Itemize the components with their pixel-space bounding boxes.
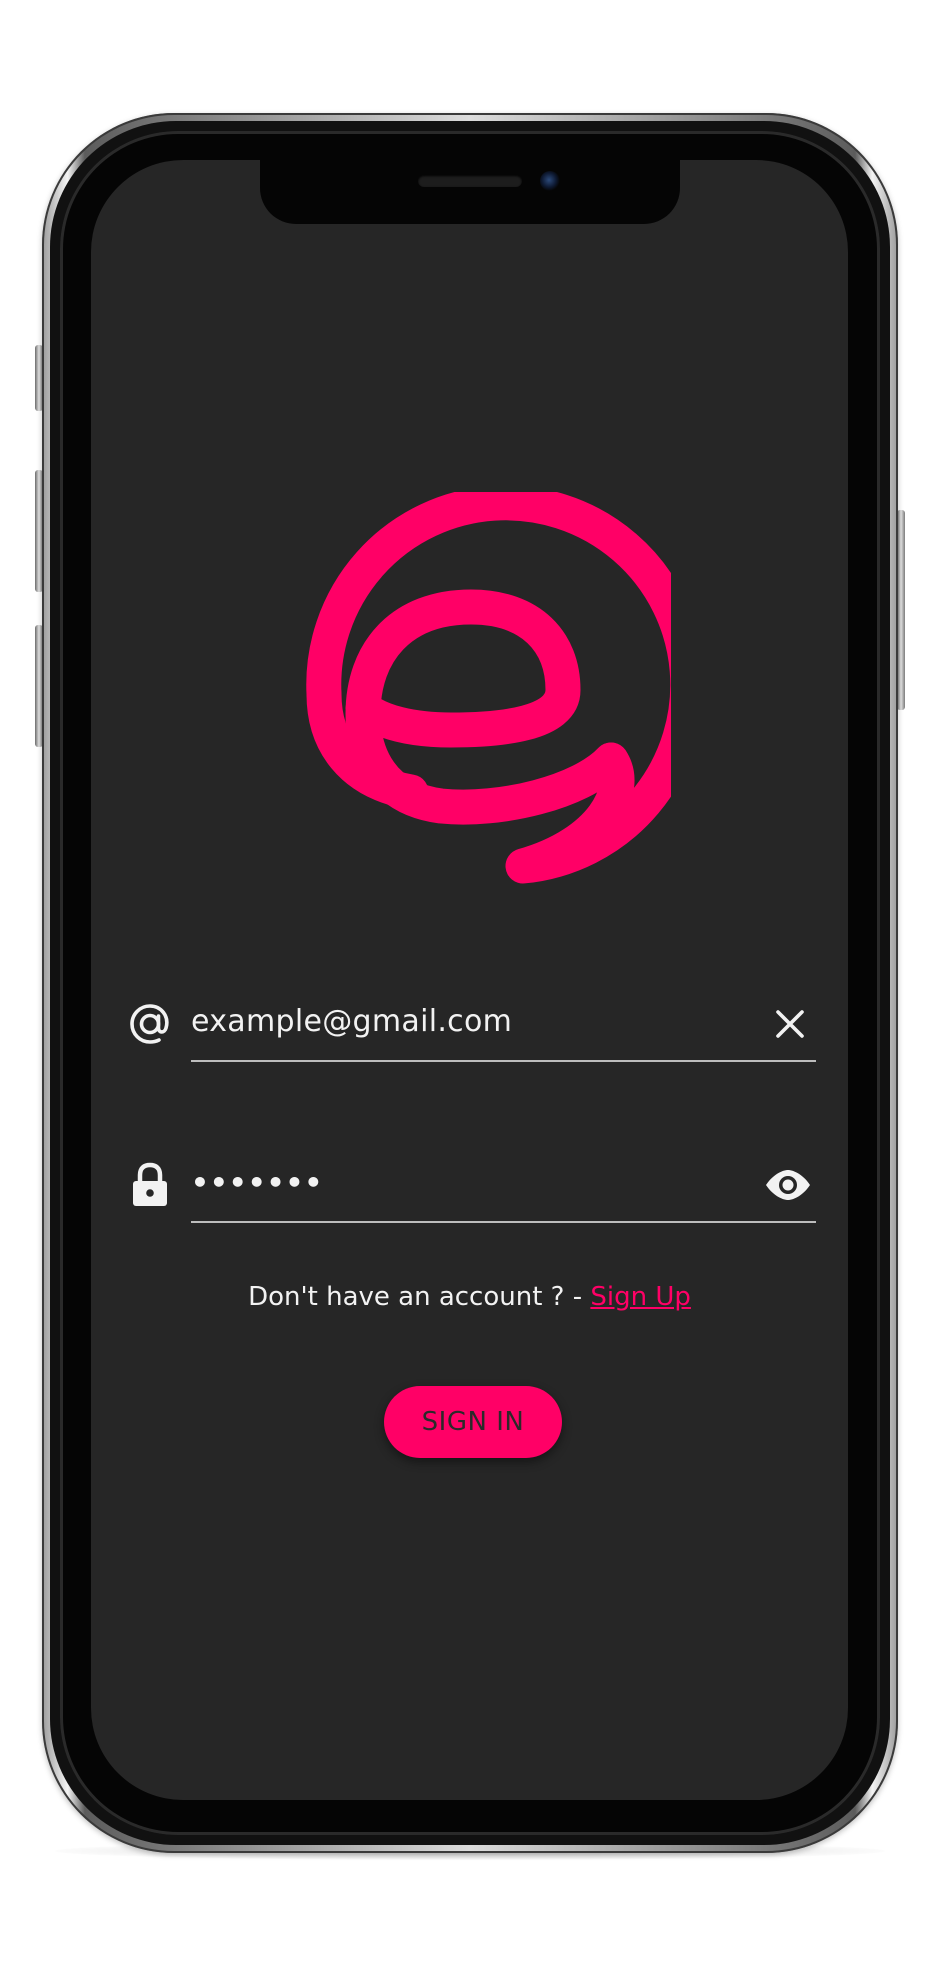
sign-in-button[interactable]: SIGN IN: [384, 1386, 562, 1458]
password-underline: [191, 1221, 816, 1223]
signup-prompt-text: Don't have an account ? -: [248, 1282, 591, 1312]
device-mockup: example@gmail.com ••••••• Don't have an …: [0, 0, 941, 1982]
notch: [260, 160, 680, 224]
signup-link[interactable]: Sign Up: [590, 1282, 691, 1312]
email-underline: [191, 1060, 816, 1062]
lock-icon: [126, 1161, 174, 1209]
app-screen: example@gmail.com ••••••• Don't have an …: [91, 160, 848, 1800]
signup-prompt-row: Don't have an account ? - Sign Up: [91, 1277, 848, 1317]
password-input[interactable]: •••••••: [191, 1159, 323, 1207]
at-sign-icon: [126, 1000, 174, 1048]
e-swirl-logo: [306, 492, 671, 884]
close-icon: [776, 1010, 804, 1038]
clear-email-button[interactable]: [764, 998, 816, 1050]
toggle-password-visibility[interactable]: [760, 1159, 816, 1211]
power-button: [897, 510, 905, 710]
front-camera: [540, 171, 560, 191]
eye-icon: [766, 1170, 810, 1200]
password-field: •••••••: [126, 1153, 816, 1223]
earpiece-speaker: [418, 175, 522, 187]
email-field: example@gmail.com: [126, 992, 816, 1062]
email-input[interactable]: example@gmail.com: [191, 998, 512, 1046]
